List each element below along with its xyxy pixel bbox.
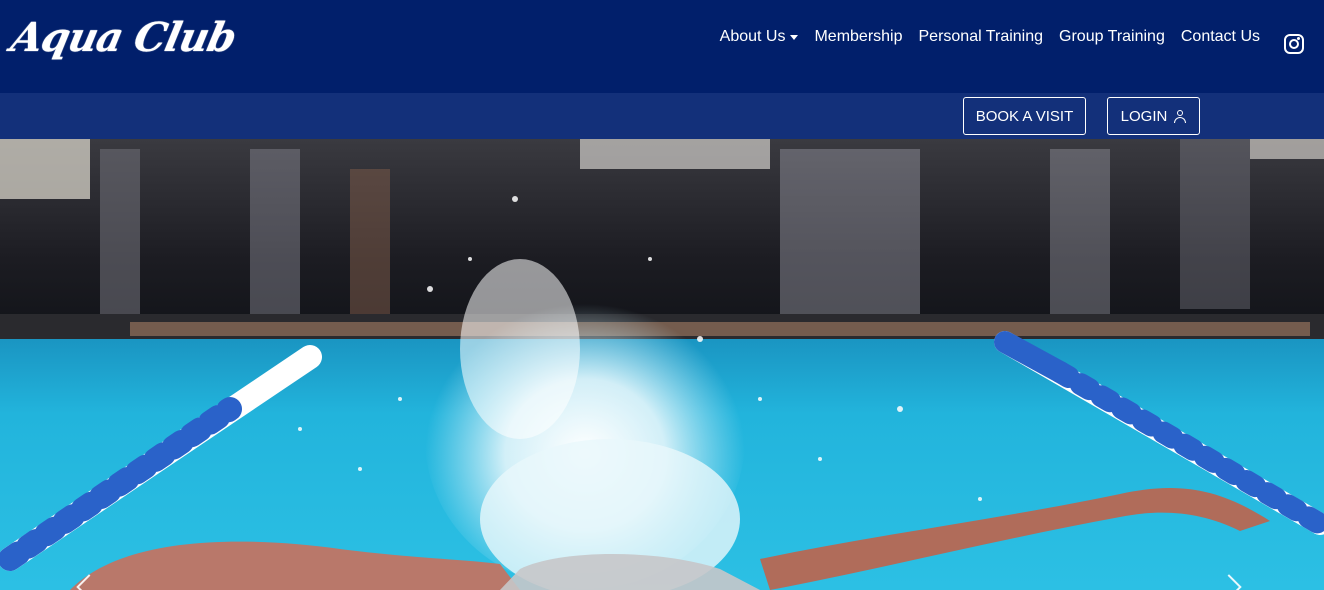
main-nav: About Us Membership Personal Training Gr… xyxy=(704,28,1260,46)
logo[interactable]: Aqua Club xyxy=(7,14,240,61)
instagram-icon[interactable] xyxy=(1284,34,1304,54)
nav-item-label: About Us xyxy=(719,28,786,45)
login-button[interactable]: LOGIN xyxy=(1107,97,1200,135)
login-button-label: LOGIN xyxy=(1120,107,1168,125)
nav-item-personal-training[interactable]: Personal Training xyxy=(919,28,1044,46)
action-bar: BOOK A VISIT LOGIN xyxy=(0,93,1324,139)
nav-item-group-training[interactable]: Group Training xyxy=(1059,28,1165,46)
user-icon xyxy=(1174,109,1187,123)
caret-down-icon xyxy=(790,35,799,40)
book-a-visit-button[interactable]: BOOK A VISIT xyxy=(963,97,1086,135)
nav-item-contact-us[interactable]: Contact Us xyxy=(1181,28,1260,46)
nav-item-membership[interactable]: Membership xyxy=(814,28,902,46)
hero-image xyxy=(0,139,1324,590)
nav-item-about-us[interactable]: About Us xyxy=(720,28,799,46)
swimmer-photo xyxy=(0,139,1324,590)
header: Aqua Club About Us Membership Personal T… xyxy=(0,0,1324,93)
